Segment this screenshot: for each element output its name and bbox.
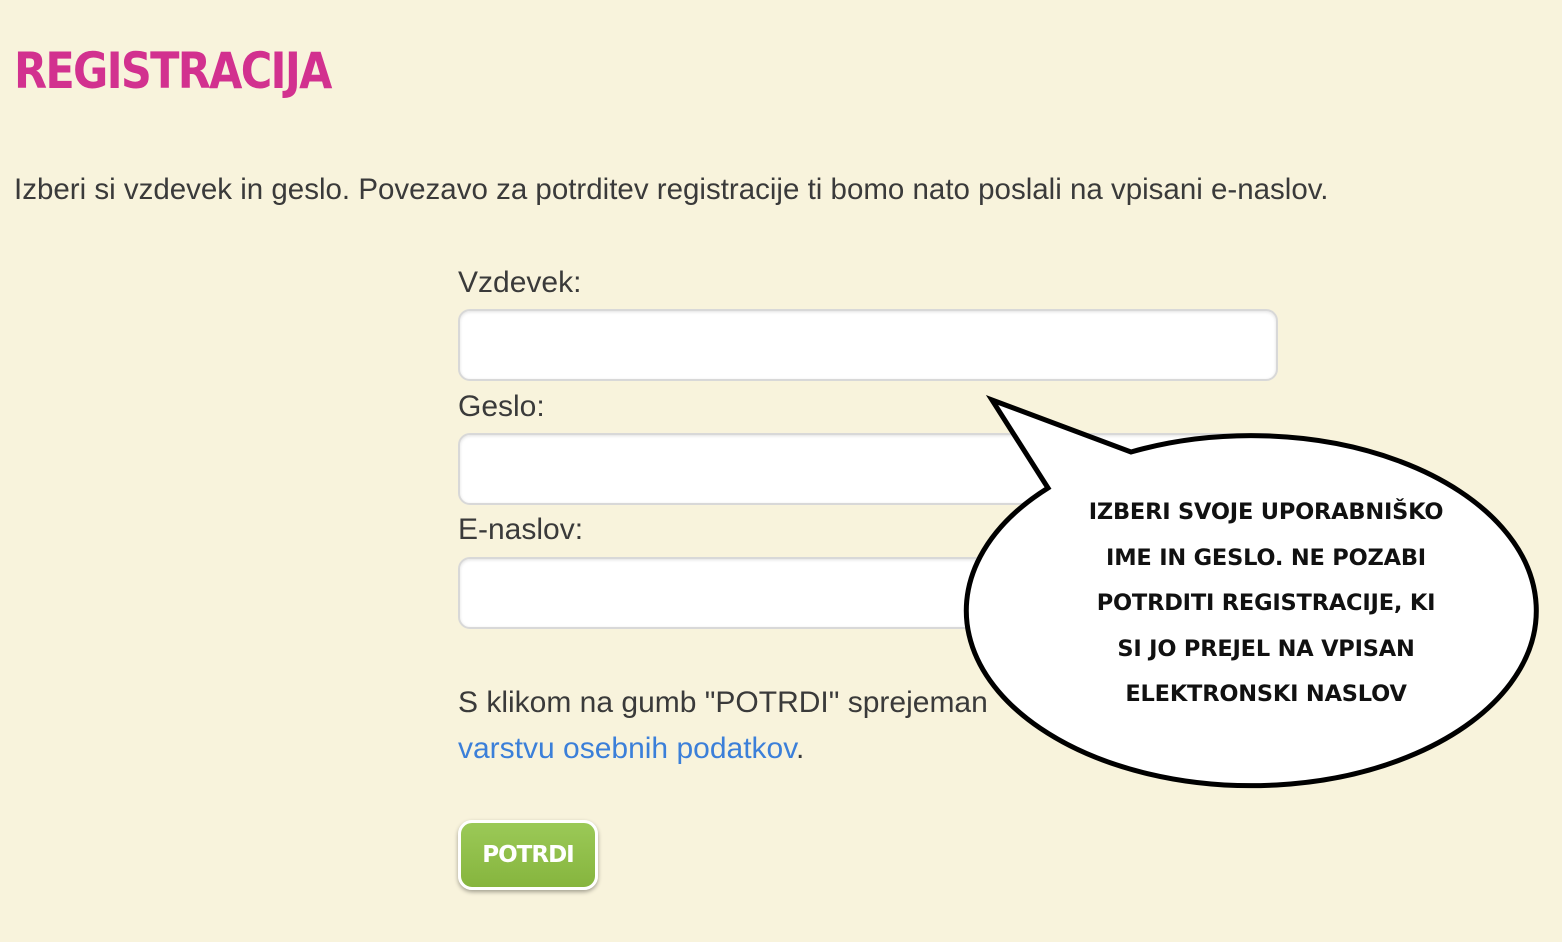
submit-button[interactable]: POTRDI bbox=[458, 820, 598, 890]
speech-bubble-text: IZBERI SVOJE UPORABNIŠKO IME IN GESLO. N… bbox=[1054, 490, 1478, 718]
page-title: REGISTRACIJA bbox=[14, 42, 332, 100]
callout-line: IME IN GESLO. NE POZABI bbox=[1106, 544, 1426, 571]
email-label: E-naslov: bbox=[458, 513, 584, 546]
callout-line: POTRDITI REGISTRACIJE, KI bbox=[1096, 590, 1436, 616]
terms-text: S klikom na gumb "POTRDI" sprejeman bbox=[458, 686, 988, 719]
nickname-label: Vzdevek: bbox=[458, 266, 582, 299]
callout-line: ELEKTRONSKI NASLOV bbox=[1125, 681, 1407, 707]
callout-line: SI JO PREJEL NA VPISAN bbox=[1117, 635, 1415, 662]
password-label: Geslo: bbox=[458, 390, 545, 423]
callout-line: IZBERI SVOJE UPORABNIŠKO bbox=[1088, 499, 1444, 525]
nickname-input[interactable] bbox=[458, 309, 1278, 381]
intro-text: Izberi si vzdevek in geslo. Povezavo za … bbox=[14, 173, 1329, 206]
privacy-policy-link[interactable]: varstvu osebnih podatkov bbox=[458, 732, 796, 765]
privacy-link-suffix: . bbox=[795, 732, 805, 765]
